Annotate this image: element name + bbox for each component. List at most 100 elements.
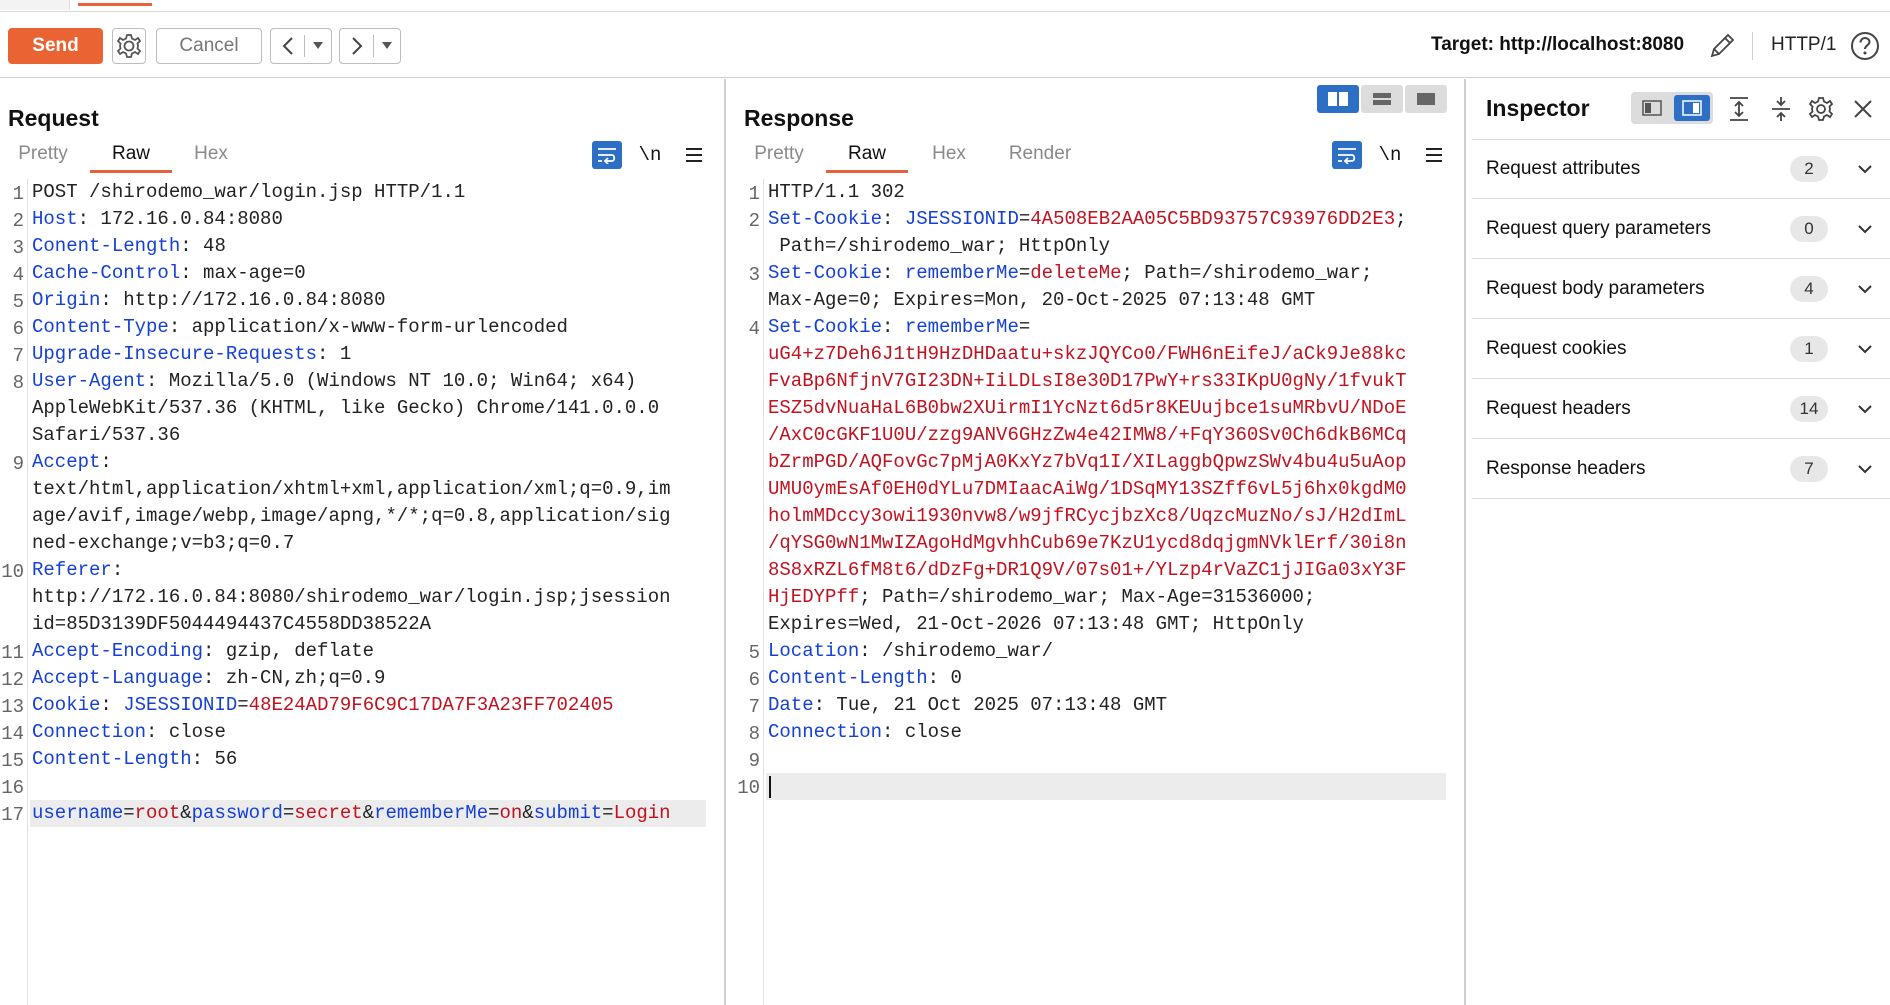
back-button[interactable] <box>271 29 304 63</box>
forward-history-dropdown[interactable] <box>374 29 400 63</box>
value-token: HjEDYPff <box>768 586 860 608</box>
text-token: age/avif,image/webp,image/apng,*/*;q=0.8… <box>32 505 671 527</box>
hamburger-icon <box>686 148 702 162</box>
section-request-headers[interactable]: Request headers 14 <box>1472 379 1890 439</box>
back-history-dropdown[interactable] <box>305 29 331 63</box>
line-number: 3 <box>748 264 760 286</box>
edit-target-button[interactable] <box>1706 30 1738 62</box>
forward-button[interactable] <box>340 29 373 63</box>
text-token: = <box>237 694 249 716</box>
tab-render[interactable]: Render <box>1004 143 1076 173</box>
tab-raw[interactable]: Raw <box>90 143 172 173</box>
gear-icon <box>1808 97 1834 121</box>
inspector-layout-switcher <box>1631 92 1713 124</box>
code-line: HjEDYPff; Path=/shirodemo_war; Max-Age=3… <box>768 584 1315 611</box>
line-number: 10 <box>737 777 760 799</box>
collapse-all-button[interactable] <box>1770 93 1792 125</box>
top-tab-strip <box>0 0 1890 12</box>
rows-icon <box>1373 93 1391 105</box>
code-line: AppleWebKit/537.36 (KHTML, like Gecko) C… <box>32 395 659 422</box>
send-button[interactable]: Send <box>8 28 103 64</box>
tab-hex[interactable]: Hex <box>186 143 236 173</box>
text-token: : <box>882 316 905 338</box>
word-wrap-toggle[interactable] <box>592 141 622 169</box>
chevron-right-icon <box>352 37 363 55</box>
word-wrap-toggle[interactable] <box>1332 141 1362 169</box>
back-nav-group <box>270 28 332 64</box>
caret-down-icon <box>382 42 393 49</box>
value-token: 4A508EB2AA05C5BD93757C93976DD2E3 <box>1030 208 1396 230</box>
code-line: POST /shirodemo_war/login.jsp HTTP/1.1 <box>32 179 465 206</box>
text-token: : close <box>882 721 962 743</box>
section-request-query-parameters[interactable]: Request query parameters 0 <box>1472 199 1890 259</box>
menu-button[interactable] <box>1420 139 1448 171</box>
text-token: id=85D3139DF5044494437C4558DD38522A <box>32 613 432 635</box>
line-number: 11 <box>1 642 24 664</box>
line-number: 5 <box>12 291 24 313</box>
show-newlines-toggle[interactable]: \n <box>1376 139 1404 171</box>
line-gutter <box>728 179 764 1005</box>
line-number: 1 <box>12 183 24 205</box>
header-name: Accept <box>32 451 101 473</box>
code-line: Upgrade-Insecure-Requests: 1 <box>32 341 351 368</box>
inspector-layout-right[interactable] <box>1674 95 1710 121</box>
text-token: & <box>180 802 192 824</box>
text-token: = <box>123 802 135 824</box>
target-prefix: Target: <box>1431 34 1494 55</box>
line-number: 17 <box>1 804 24 826</box>
text-token: AppleWebKit/537.36 (KHTML, like Gecko) C… <box>32 397 660 419</box>
tab-pretty[interactable]: Pretty <box>750 143 808 173</box>
layout-side-by-side[interactable] <box>1317 85 1359 113</box>
code-line: Accept-Language: zh-CN,zh;q=0.9 <box>32 665 385 692</box>
inspector-settings-button[interactable] <box>1807 93 1835 125</box>
header-name: password <box>191 802 283 824</box>
active-repeater-tab[interactable] <box>78 0 152 6</box>
request-editor[interactable]: 1 POST /shirodemo_war/login.jsp HTTP/1.1 2… <box>0 179 724 1005</box>
tab-hex[interactable]: Hex <box>924 143 974 173</box>
header-name: Upgrade-Insecure-Requests <box>32 343 318 365</box>
section-request-cookies[interactable]: Request cookies 1 <box>1472 319 1890 379</box>
code-line: Max-Age=0; Expires=Mon, 20-Oct-2025 07:1… <box>768 287 1315 314</box>
cancel-button[interactable]: Cancel <box>156 28 262 64</box>
panel-left-icon <box>1642 100 1662 116</box>
response-editor[interactable]: 1 HTTP/1.1 302 2 Set-Cookie: JSESSIONID=4A5… <box>728 179 1464 1005</box>
section-request-attributes[interactable]: Request attributes 2 <box>1472 139 1890 199</box>
expand-icon <box>1730 97 1748 121</box>
layout-tabs[interactable] <box>1405 85 1447 113</box>
header-name: rememberMe <box>904 262 1019 284</box>
line-number: 4 <box>12 264 24 286</box>
count-badge: 2 <box>1790 156 1828 182</box>
section-response-headers[interactable]: Response headers 7 <box>1472 439 1890 499</box>
inspector-layout-left[interactable] <box>1634 95 1670 121</box>
show-newlines-toggle[interactable]: \n <box>636 139 664 171</box>
close-inspector-button[interactable] <box>1852 93 1874 125</box>
code-line: Set-Cookie: JSESSIONID=4A508EB2AA05C5BD9… <box>768 206 1407 233</box>
text-token: = <box>488 802 500 824</box>
section-label: Request cookies <box>1486 337 1627 359</box>
repeater-tab[interactable] <box>0 0 70 10</box>
forward-nav-group <box>339 28 401 64</box>
toolbar: Send Cancel Target: http://localhost:808… <box>0 12 1890 78</box>
help-button[interactable] <box>1849 30 1881 62</box>
expand-all-button[interactable] <box>1728 93 1750 125</box>
settings-button[interactable] <box>112 28 146 64</box>
code-line: holmMDccy3owi1930nvw8/w9jfRCycjbzXc8/Uqz… <box>768 503 1407 530</box>
tab-pretty[interactable]: Pretty <box>14 143 72 173</box>
response-panel: Response Pretty Raw Hex Render \n 1 HTTP/… <box>728 79 1466 1005</box>
menu-button[interactable] <box>680 139 708 171</box>
chevron-down-icon <box>1858 284 1872 293</box>
code-line: Connection: close <box>768 719 962 746</box>
inspector-panel: Inspector Request attributes 2 Request q… <box>1466 79 1890 1005</box>
code-line: Set-Cookie: rememberMe=deleteMe; Path=/s… <box>768 260 1372 287</box>
line-number: 12 <box>1 669 24 691</box>
text-token: : application/x-www-form-urlencoded <box>168 316 568 338</box>
line-number: 8 <box>12 372 24 394</box>
layout-stacked[interactable] <box>1361 85 1403 113</box>
chevron-left-icon <box>282 37 293 55</box>
count-badge: 7 <box>1790 455 1828 482</box>
http-version-toggle[interactable]: HTTP/1 <box>1771 34 1836 56</box>
section-request-body-parameters[interactable]: Request body parameters 4 <box>1472 259 1890 319</box>
tab-raw[interactable]: Raw <box>826 143 908 173</box>
chevron-down-icon <box>1858 224 1872 233</box>
value-token: ESZ5dvNuaHaL6B0bw2XUirmI1YcNzt6d5r8KEUuj… <box>768 397 1407 419</box>
